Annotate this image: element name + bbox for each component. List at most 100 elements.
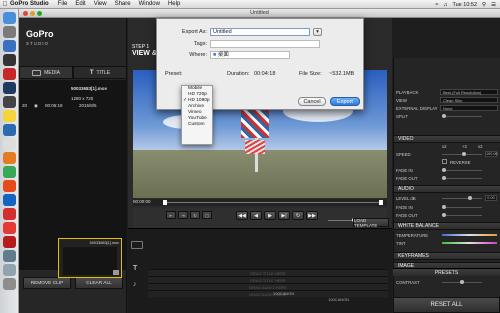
speed-step-label[interactable]: x2 (442, 144, 447, 149)
step-forward-button[interactable]: ▶| (278, 211, 290, 220)
fast-forward-button[interactable]: ▶▶ (306, 211, 318, 220)
level-value[interactable]: 0.00 (485, 195, 497, 201)
illustrator-icon[interactable] (3, 68, 16, 80)
finder-icon[interactable] (3, 12, 16, 24)
level-knob[interactable] (468, 196, 472, 200)
loop-button[interactable]: ↻ (190, 211, 200, 219)
tint-slider[interactable] (442, 242, 497, 244)
audio-fade-in-slider[interactable] (442, 205, 482, 209)
expand-button[interactable]: ▾ (313, 28, 322, 36)
reset-all-button[interactable]: RESET ALL (393, 297, 500, 313)
clear-all-button[interactable]: CLEAR ALL (75, 277, 123, 289)
qq-icon[interactable] (3, 194, 16, 206)
minimize-window-button[interactable] (30, 11, 35, 16)
export-button[interactable]: Export (330, 97, 360, 106)
list-icon[interactable]: ☰ (491, 2, 496, 8)
speed-slider[interactable] (442, 152, 482, 156)
title-track[interactable]: DRAG TITLE HERE (148, 269, 388, 276)
terminal-icon[interactable] (3, 96, 16, 108)
playback-select[interactable]: Best (Full Resolution) (440, 89, 498, 95)
wifi-icon[interactable]: ≈ (435, 2, 438, 8)
level-slider[interactable] (442, 196, 482, 200)
safari-icon[interactable] (3, 40, 16, 52)
app-icon[interactable] (3, 54, 16, 66)
video-section-header[interactable]: VIDEO (394, 135, 500, 143)
speed-knob[interactable] (462, 152, 466, 156)
speed-value[interactable]: 100.00 (485, 151, 498, 157)
mark-in-button[interactable]: ⇤ (166, 211, 176, 219)
loop-play-button[interactable]: ↻ (292, 211, 304, 220)
temperature-slider[interactable] (442, 234, 497, 236)
app-icon[interactable] (3, 180, 16, 192)
preset-option[interactable]: Custom (182, 122, 212, 128)
search-icon[interactable]: ⚲ (482, 2, 486, 8)
app-icon[interactable] (3, 152, 16, 164)
step-back-button[interactable]: ◀ (250, 211, 262, 220)
app-icon[interactable] (3, 208, 16, 220)
contrast-knob[interactable] (460, 280, 464, 284)
keyframes-section-header[interactable]: KEYFRAMES (394, 252, 500, 260)
clock[interactable]: Tue 10:52 (452, 2, 477, 8)
play-button[interactable]: ▶ (264, 211, 276, 220)
volume-icon[interactable]: ♫ (443, 2, 447, 8)
view-select[interactable]: Clean Skin (440, 97, 498, 103)
fade-out-slider[interactable] (442, 176, 482, 180)
app-icon[interactable] (3, 124, 16, 136)
external-display-select[interactable]: None (440, 105, 498, 111)
time-bar[interactable]: 00:00:00 (133, 199, 387, 206)
app-icon[interactable] (3, 166, 16, 178)
load-template-button[interactable]: LOAD TEMPLATE (353, 218, 389, 228)
tab-media[interactable]: MEDIA (19, 66, 73, 79)
trash-icon[interactable] (3, 278, 16, 290)
split-slider[interactable] (442, 114, 482, 118)
menu-help[interactable]: Help (168, 1, 180, 7)
menu-edit[interactable]: Edit (75, 1, 85, 7)
rewind-button[interactable]: ◀◀ (236, 211, 248, 220)
preset-option-selected[interactable]: ✓ HD 1080p (182, 98, 212, 104)
speed-step-label[interactable]: +2 (462, 144, 467, 149)
remove-clip-button[interactable]: REMOVE CLIP (23, 277, 71, 289)
mark-out-button[interactable]: ⇥ (178, 211, 188, 219)
notes-icon[interactable] (3, 110, 16, 122)
launchpad-icon[interactable] (3, 26, 16, 38)
preview-icon[interactable] (3, 138, 16, 150)
apple-menu-icon[interactable]:  (0, 1, 10, 8)
export-as-field[interactable]: Untitled (210, 28, 310, 36)
menu-view[interactable]: View (94, 1, 107, 7)
app-icon[interactable] (3, 250, 16, 262)
fade-out-knob[interactable] (442, 176, 446, 180)
cancel-button[interactable]: Cancel (298, 97, 326, 106)
audio-fade-out-knob[interactable] (442, 213, 446, 217)
scrub-track[interactable] (163, 200, 383, 205)
timeline-clip[interactable]: 50033683[1].mov (58, 238, 122, 278)
where-select[interactable]: ■ 桌面 (210, 51, 290, 59)
fullscreen-button[interactable]: ▢ (202, 211, 212, 219)
file-name[interactable]: 50033683[1].mov (71, 86, 107, 91)
audio-fade-in-knob[interactable] (442, 205, 446, 209)
audio-track[interactable]: DRAG AUDIO HERE (148, 290, 388, 297)
presets-button[interactable]: PRESETS (393, 268, 500, 276)
tags-field[interactable] (210, 40, 320, 48)
app-icon[interactable] (3, 222, 16, 234)
title-track[interactable]: DRAG TITLE HERE (148, 276, 388, 283)
reverse-checkbox[interactable] (442, 159, 447, 164)
menu-app-name[interactable]: GoPro Studio (10, 1, 49, 7)
filezilla-icon[interactable] (3, 236, 16, 248)
close-window-button[interactable] (23, 11, 28, 16)
fade-in-slider[interactable] (442, 168, 482, 172)
contrast-slider[interactable] (442, 280, 482, 284)
preset-dropdown[interactable]: Mobile HD 720p ✓ HD 1080p Archive Vimeo … (181, 85, 213, 145)
audio-fade-out-slider[interactable] (442, 213, 482, 217)
white-balance-section-header[interactable]: WHITE BALANCE (394, 222, 500, 230)
folder-icon[interactable] (3, 264, 16, 276)
audio-section-header[interactable]: AUDIO (394, 185, 500, 193)
out-point-handle[interactable] (379, 200, 383, 205)
menu-window[interactable]: Window (139, 1, 160, 7)
tab-title[interactable]: T TITLE (73, 66, 127, 79)
zoom-window-button[interactable] (37, 11, 42, 16)
scrub-handle[interactable] (163, 200, 167, 205)
speed-step-label[interactable]: x2 (478, 144, 483, 149)
menu-file[interactable]: File (58, 1, 68, 7)
clip-fx-icon[interactable] (113, 270, 119, 275)
audio-track[interactable]: DRAG AUDIO HERE (148, 283, 388, 290)
